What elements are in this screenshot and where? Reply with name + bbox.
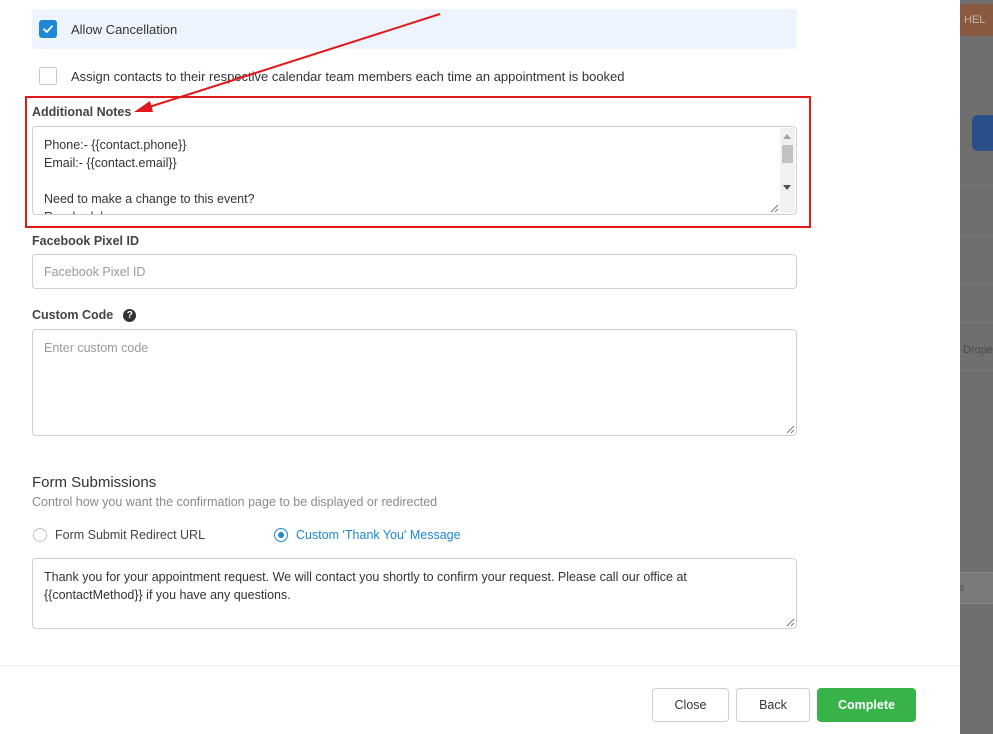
complete-button[interactable]: Complete: [817, 688, 916, 722]
radio-redirect-url-label: Form Submit Redirect URL: [55, 528, 206, 542]
background-overlay: [960, 0, 993, 734]
background-divider: [960, 235, 993, 236]
assign-contacts-checkbox[interactable]: [39, 67, 57, 85]
allow-cancellation-row[interactable]: Allow Cancellation: [32, 9, 797, 49]
facebook-pixel-label: Facebook Pixel ID: [32, 234, 139, 248]
background-select: s: [955, 572, 993, 604]
allow-cancellation-checkbox[interactable]: [39, 20, 57, 38]
resize-handle-icon[interactable]: [785, 617, 795, 627]
form-submissions-title: Form Submissions: [32, 474, 157, 491]
facebook-pixel-input[interactable]: Facebook Pixel ID: [32, 254, 797, 289]
assign-contacts-row[interactable]: Assign contacts to their respective cale…: [32, 56, 797, 96]
background-divider: [960, 283, 993, 284]
radio-redirect-url[interactable]: Form Submit Redirect URL: [33, 528, 205, 542]
question-circle-icon[interactable]: ?: [123, 308, 137, 322]
footer-divider: [0, 665, 960, 666]
background-help-button: HEL: [958, 4, 993, 36]
resize-handle-icon[interactable]: [785, 424, 795, 434]
custom-code-label: Custom Code ?: [32, 308, 137, 322]
radio-thank-you-message-label: Custom 'Thank You' Message: [296, 528, 461, 542]
radio-thank-you-message[interactable]: Custom 'Thank You' Message: [274, 528, 461, 542]
check-icon: [43, 25, 53, 33]
close-button[interactable]: Close: [652, 688, 729, 722]
allow-cancellation-label: Allow Cancellation: [71, 21, 178, 37]
background-blue-button: [972, 115, 993, 151]
back-button[interactable]: Back: [736, 688, 810, 722]
radio-thank-you-message-button[interactable]: [274, 528, 288, 542]
facebook-pixel-placeholder: Facebook Pixel ID: [44, 264, 146, 279]
annotation-highlight-box: [25, 96, 811, 228]
radio-redirect-url-button[interactable]: [33, 528, 47, 542]
background-divider: [960, 185, 993, 186]
form-submissions-subtitle: Control how you want the confirmation pa…: [32, 495, 438, 509]
custom-code-textarea[interactable]: Enter custom code: [32, 329, 797, 436]
assign-contacts-label: Assign contacts to their respective cale…: [71, 68, 625, 84]
thank-you-message-text: Thank you for your appointment request. …: [44, 570, 687, 602]
background-text: Drope: [963, 344, 993, 356]
thank-you-message-textarea[interactable]: Thank you for your appointment request. …: [32, 558, 797, 629]
custom-code-label-text: Custom Code: [32, 308, 114, 322]
background-divider: [960, 370, 993, 371]
facebook-pixel-label-text: Facebook Pixel ID: [32, 234, 139, 248]
background-divider: [960, 322, 993, 323]
custom-code-placeholder: Enter custom code: [44, 341, 149, 355]
